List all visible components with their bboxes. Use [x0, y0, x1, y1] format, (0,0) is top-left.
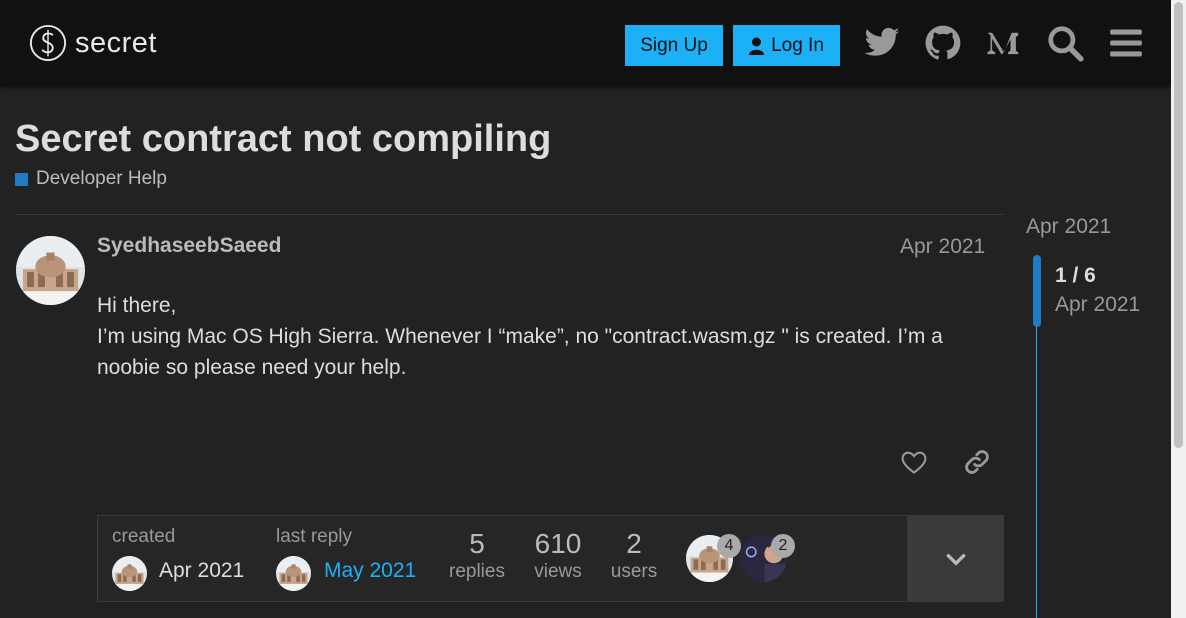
topic-title[interactable]: Secret contract not compiling	[15, 118, 551, 161]
last-reply-date-link[interactable]: May 2021	[324, 559, 416, 583]
scrollbar-thumb[interactable]	[1174, 2, 1183, 448]
created-avatar[interactable]	[112, 556, 147, 591]
participant-post-count: 2	[771, 534, 795, 558]
hamburger-menu-icon[interactable]	[1105, 22, 1147, 64]
replies-label: replies	[449, 561, 505, 582]
users-count: 2	[626, 528, 642, 559]
created-label: created	[112, 526, 176, 547]
log-in-button[interactable]: Log In	[733, 25, 840, 66]
twitter-icon[interactable]	[861, 22, 903, 64]
like-button[interactable]	[895, 443, 933, 481]
title-divider	[15, 214, 1004, 215]
participant-post-count: 4	[717, 534, 741, 558]
post-paragraph: I’m using Mac OS High Sierra. Whenever I…	[97, 325, 943, 379]
post-author-avatar[interactable]	[16, 236, 85, 305]
expand-topic-map-button[interactable]	[907, 515, 1004, 602]
heart-icon	[901, 451, 927, 474]
views-count: 610	[534, 528, 582, 559]
category-link[interactable]: Developer Help	[15, 168, 167, 190]
timeline-position: 1 / 6	[1055, 264, 1096, 287]
search-icon[interactable]	[1044, 22, 1086, 64]
chevron-down-icon	[945, 553, 966, 566]
share-link-button[interactable]	[958, 443, 996, 481]
site-header: secret Sign Up Log In	[0, 0, 1171, 86]
last-reply-label: last reply	[276, 526, 353, 547]
log-in-label: Log In	[771, 34, 824, 56]
user-icon	[749, 37, 765, 55]
sign-up-button[interactable]: Sign Up	[625, 25, 723, 66]
site-logo[interactable]: secret	[29, 24, 157, 62]
github-icon[interactable]	[922, 22, 964, 64]
category-color-badge	[15, 172, 28, 186]
timeline-current-date: Apr 2021	[1055, 293, 1141, 316]
replies-count: 5	[469, 528, 485, 559]
users-label: users	[610, 561, 658, 582]
post-body: Hi there, I’m using Mac OS High Sierra. …	[97, 290, 987, 383]
post-date[interactable]: Apr 2021	[900, 235, 985, 259]
logo-text: secret	[75, 26, 157, 59]
views-label: views	[534, 561, 582, 582]
link-icon	[965, 450, 989, 474]
category-name: Developer Help	[36, 168, 167, 189]
timeline-start-date[interactable]: Apr 2021	[1026, 215, 1111, 239]
timeline-scroll-handle[interactable]	[1033, 255, 1041, 327]
post-author-username[interactable]: SyedhaseebSaeed	[97, 234, 281, 258]
last-reply-avatar[interactable]	[276, 556, 311, 591]
post-paragraph: Hi there,	[97, 294, 177, 317]
created-date: Apr 2021	[159, 559, 245, 582]
medium-icon[interactable]	[983, 22, 1025, 64]
secret-logo-icon	[29, 24, 67, 62]
topic-map: created Apr 2021 last reply May 2021 5 r…	[97, 515, 1004, 602]
